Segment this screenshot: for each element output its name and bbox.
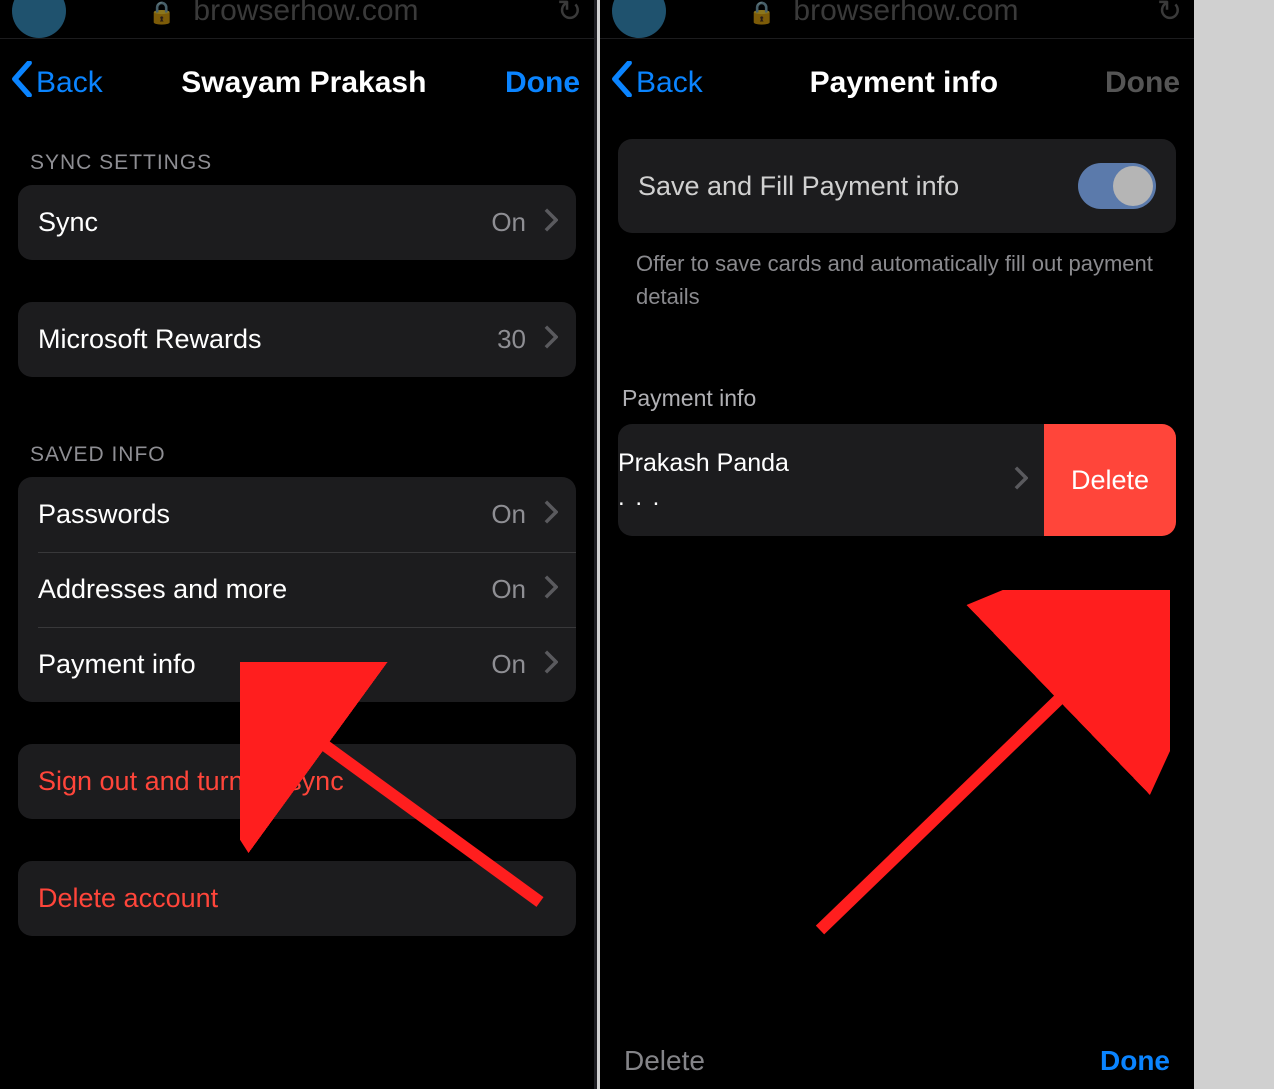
chevron-right-icon <box>1014 466 1028 495</box>
save-fill-toggle[interactable] <box>1078 163 1156 209</box>
phone-left: 🔒 browserhow.com ↻ Back Swayam Prakash D… <box>0 0 594 1089</box>
done-button[interactable]: Done <box>1105 66 1180 100</box>
page-title: Swayam Prakash <box>103 66 505 100</box>
settings-content: SYNC SETTINGS Sync On Microsoft Rewards … <box>0 127 594 936</box>
page-title: Payment info <box>703 66 1105 100</box>
row-sync[interactable]: Sync On <box>18 185 576 260</box>
nav-bar: Back Payment info Done <box>600 39 1194 127</box>
row-addresses-label: Addresses and more <box>38 574 491 605</box>
row-payment-label: Payment info <box>38 649 491 680</box>
card-name: Prakash Panda <box>618 446 1014 481</box>
nav-bar: Back Swayam Prakash Done <box>0 39 594 127</box>
row-sync-label: Sync <box>38 207 491 238</box>
done-button[interactable]: Done <box>505 66 580 100</box>
row-passwords-value: On <box>491 499 526 530</box>
row-passwords[interactable]: Passwords On <box>18 477 576 552</box>
dim-overlay <box>0 0 594 38</box>
row-sync-value: On <box>491 207 526 238</box>
toggle-knob-icon <box>1113 166 1153 206</box>
rewards-group: Microsoft Rewards 30 <box>18 302 576 377</box>
chevron-right-icon <box>544 650 558 679</box>
save-fill-toggle-card: Save and Fill Payment info <box>618 139 1176 233</box>
payment-card-row: Prakash Panda . . . Delete <box>618 424 1176 536</box>
back-button[interactable]: Back <box>10 61 103 105</box>
payment-content: Save and Fill Payment info Offer to save… <box>600 139 1194 536</box>
payment-sheet: Back Payment info Done Save and Fill Pay… <box>600 38 1194 1089</box>
chevron-right-icon <box>544 325 558 354</box>
row-microsoft-rewards[interactable]: Microsoft Rewards 30 <box>18 302 576 377</box>
payment-card-cell[interactable]: Prakash Panda . . . <box>618 424 1044 536</box>
phone-right: 🔒 browserhow.com ↻ Back Payment info Don… <box>600 0 1194 1089</box>
saved-info-group: Passwords On Addresses and more On Payme… <box>18 477 576 702</box>
chevron-right-icon <box>544 208 558 237</box>
row-delete-account[interactable]: Delete account <box>18 861 576 936</box>
row-addresses[interactable]: Addresses and more On <box>18 552 576 627</box>
signout-group: Sign out and turn off sync <box>18 744 576 819</box>
row-rewards-label: Microsoft Rewards <box>38 324 497 355</box>
back-label: Back <box>636 66 703 100</box>
toolbar-delete-button[interactable]: Delete <box>624 1045 705 1077</box>
chevron-right-icon <box>544 575 558 604</box>
row-payment-value: On <box>491 649 526 680</box>
chevron-right-icon <box>544 500 558 529</box>
section-header-payment: Payment info <box>618 313 1176 424</box>
back-button[interactable]: Back <box>610 61 703 105</box>
save-fill-description: Offer to save cards and automatically fi… <box>618 233 1176 313</box>
payment-card-text: Prakash Panda . . . <box>618 446 1014 515</box>
delete-account-group: Delete account <box>18 861 576 936</box>
screenshot-divider <box>594 0 597 1089</box>
row-addresses-value: On <box>491 574 526 605</box>
toolbar-done-button[interactable]: Done <box>1100 1045 1170 1077</box>
chevron-left-icon <box>10 61 34 105</box>
sync-group: Sync On <box>18 185 576 260</box>
section-header-saved: SAVED INFO <box>18 419 576 477</box>
section-header-sync: SYNC SETTINGS <box>18 127 576 185</box>
row-sign-out[interactable]: Sign out and turn off sync <box>18 744 576 819</box>
dim-overlay <box>600 0 1194 38</box>
chevron-left-icon <box>610 61 634 105</box>
delete-swipe-label: Delete <box>1071 465 1149 496</box>
row-passwords-label: Passwords <box>38 499 491 530</box>
card-masked: . . . <box>618 481 1014 515</box>
save-fill-toggle-label: Save and Fill Payment info <box>638 168 1078 204</box>
row-rewards-value: 30 <box>497 324 526 355</box>
bottom-toolbar: Delete Done <box>600 1045 1194 1077</box>
delete-swipe-button[interactable]: Delete <box>1044 424 1176 536</box>
row-sign-out-label: Sign out and turn off sync <box>38 766 558 797</box>
row-delete-account-label: Delete account <box>38 883 558 914</box>
back-label: Back <box>36 66 103 100</box>
settings-sheet: Back Swayam Prakash Done SYNC SETTINGS S… <box>0 38 594 1089</box>
row-payment-info[interactable]: Payment info On <box>18 627 576 702</box>
